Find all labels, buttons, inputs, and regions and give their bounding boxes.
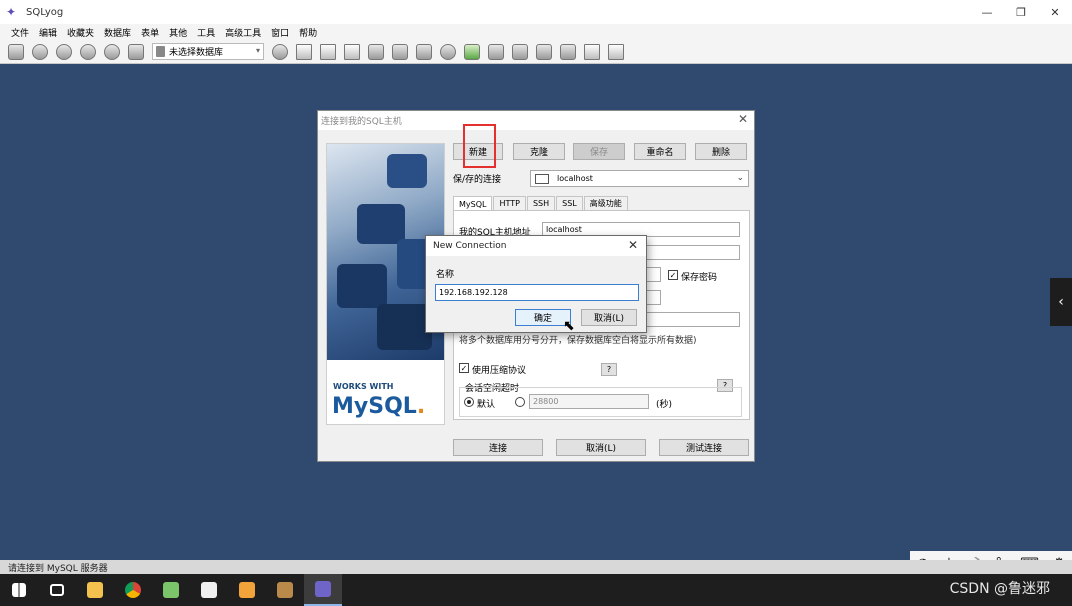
test-connection-button[interactable]: 测试连接 (659, 439, 749, 456)
query-icon[interactable] (102, 42, 122, 62)
save-button[interactable]: 保存 (573, 143, 625, 160)
menu-other[interactable]: 其他 (164, 26, 192, 39)
menu-favorites[interactable]: 收藏夹 (62, 26, 99, 39)
new-connection-dialog: New Connection ✕ 名称 192.168.192.128 确定 取… (425, 235, 647, 333)
new-connection-title: New Connection (433, 241, 507, 251)
vmware-icon[interactable] (228, 574, 266, 606)
window-controls: — ❐ ✕ (970, 0, 1072, 24)
chevron-down-icon: ⌄ (736, 173, 744, 183)
minimize-button[interactable]: — (970, 0, 1004, 24)
saved-connection-label: 保/存的连接 (453, 175, 502, 185)
database-select[interactable]: 未选择数据库 ▾ (152, 43, 264, 60)
menu-edit[interactable]: 编辑 (34, 26, 62, 39)
taskbar (0, 574, 1072, 606)
tab-advanced[interactable]: 高级功能 (583, 196, 628, 210)
compression-help-button[interactable]: ? (601, 363, 617, 376)
connection-name-input[interactable]: 192.168.192.128 (435, 284, 639, 301)
name-label: 名称 (436, 270, 455, 280)
menu-table[interactable]: 表单 (136, 26, 164, 39)
file-explorer-icon[interactable] (76, 574, 114, 606)
schema-sync-icon[interactable] (510, 42, 530, 62)
notepad-icon[interactable] (152, 574, 190, 606)
cancel-button[interactable]: 取消(L) (556, 439, 646, 456)
workspace-top (0, 65, 1072, 86)
window-icon[interactable] (582, 42, 602, 62)
connect-dialog-title: 连接到我的SQL主机 (321, 117, 402, 127)
menu-window[interactable]: 窗口 (266, 26, 294, 39)
database-select-value: 未选择数据库 (169, 48, 224, 58)
new-connection-cancel-button[interactable]: 取消(L) (581, 309, 637, 326)
disconnect-icon[interactable] (54, 42, 74, 62)
new-connection-titlebar: New Connection ✕ (426, 236, 646, 256)
table-icon[interactable] (366, 42, 386, 62)
watermark: CSDN @鲁迷邪 (949, 581, 1050, 597)
saved-connection-value: localhost (557, 174, 593, 183)
import-icon[interactable] (534, 42, 554, 62)
sync-icon[interactable] (462, 42, 482, 62)
new-connection-icon[interactable] (6, 42, 26, 62)
menu-tools[interactable]: 工具 (192, 26, 220, 39)
close-icon[interactable]: ✕ (628, 238, 638, 252)
menu-database[interactable]: 数据库 (99, 26, 136, 39)
data-sync-icon[interactable] (486, 42, 506, 62)
connect-button[interactable]: 连接 (453, 439, 543, 456)
tab-ssh[interactable]: SSH (526, 196, 556, 210)
status-bar: 请连接到 MySQL 服务器 (0, 560, 1072, 574)
delete-button[interactable]: 删除 (695, 143, 747, 160)
backup-icon[interactable] (294, 42, 314, 62)
connect-icon[interactable] (30, 42, 50, 62)
status-text: 请连接到 MySQL 服务器 (8, 563, 108, 574)
tab-http[interactable]: HTTP (493, 196, 526, 210)
saved-connection-select[interactable]: localhost ⌄ (530, 170, 749, 187)
settings-icon[interactable] (438, 42, 458, 62)
schema-icon[interactable] (126, 42, 146, 62)
rename-button[interactable]: 重命名 (634, 143, 686, 160)
tab-ssl[interactable]: SSL (556, 196, 583, 210)
restore-icon[interactable] (318, 42, 338, 62)
windows-start-icon[interactable] (0, 574, 38, 606)
menu-file[interactable]: 文件 (6, 26, 34, 39)
scheduler-icon[interactable] (558, 42, 578, 62)
clone-button[interactable]: 克隆 (513, 143, 565, 160)
task-view-icon[interactable] (38, 574, 76, 606)
archive-icon[interactable] (266, 574, 304, 606)
refresh-icon[interactable] (78, 42, 98, 62)
tab-mysql[interactable]: MySQL (453, 196, 493, 211)
database-icon (156, 46, 165, 57)
compression-checkbox[interactable]: ✓ (459, 363, 469, 373)
menu-advanced-tools[interactable]: 高级工具 (220, 26, 266, 39)
app-title: SQLyog (26, 6, 64, 18)
user-manager-icon[interactable] (270, 42, 290, 62)
toolbar: 未选择数据库 ▾ (0, 40, 1072, 64)
chrome-icon[interactable] (114, 574, 152, 606)
restore-button[interactable]: ❐ (1004, 0, 1038, 24)
color-swatch (535, 173, 549, 184)
save-password-label: 保存密码 (681, 273, 718, 283)
highlight-box (463, 124, 496, 168)
close-icon[interactable]: ✕ (738, 112, 748, 126)
app-titlebar: ✦ SQLyog — ❐ ✕ (0, 0, 1072, 24)
connect-dialog-titlebar: 连接到我的SQL主机 ✕ (318, 111, 754, 130)
works-with-label: WORKS WITH (333, 382, 394, 391)
copy-table-icon[interactable] (414, 42, 434, 62)
typora-icon[interactable] (190, 574, 228, 606)
database-hint: 将多个数据库用分号分开，保存数据库空白将显示所有数据) (459, 336, 697, 346)
compression-label: 使用压缩协议 (472, 366, 527, 376)
sqlyog-logo-icon: ✦ (6, 5, 17, 19)
mouse-cursor-icon: ⬉ (563, 318, 575, 334)
chevron-down-icon: ▾ (255, 46, 260, 55)
sqlyog-task-icon[interactable] (304, 574, 342, 606)
save-password-checkbox[interactable]: ✓ (668, 270, 678, 280)
chevron-left-icon[interactable]: ‹ (1050, 278, 1072, 326)
menu-help[interactable]: 帮助 (294, 26, 322, 39)
close-button[interactable]: ✕ (1038, 0, 1072, 24)
grid-icon[interactable] (390, 42, 410, 62)
export-icon[interactable] (342, 42, 362, 62)
layout-icon[interactable] (606, 42, 626, 62)
connection-tabs: MySQL HTTP SSH SSL 高级功能 (453, 196, 629, 211)
mysql-logo: MySQL. (332, 394, 426, 419)
menu-bar: 文件 编辑 收藏夹 数据库 表单 其他 工具 高级工具 窗口 帮助 (0, 24, 1072, 40)
session-timeout-group (459, 387, 742, 417)
